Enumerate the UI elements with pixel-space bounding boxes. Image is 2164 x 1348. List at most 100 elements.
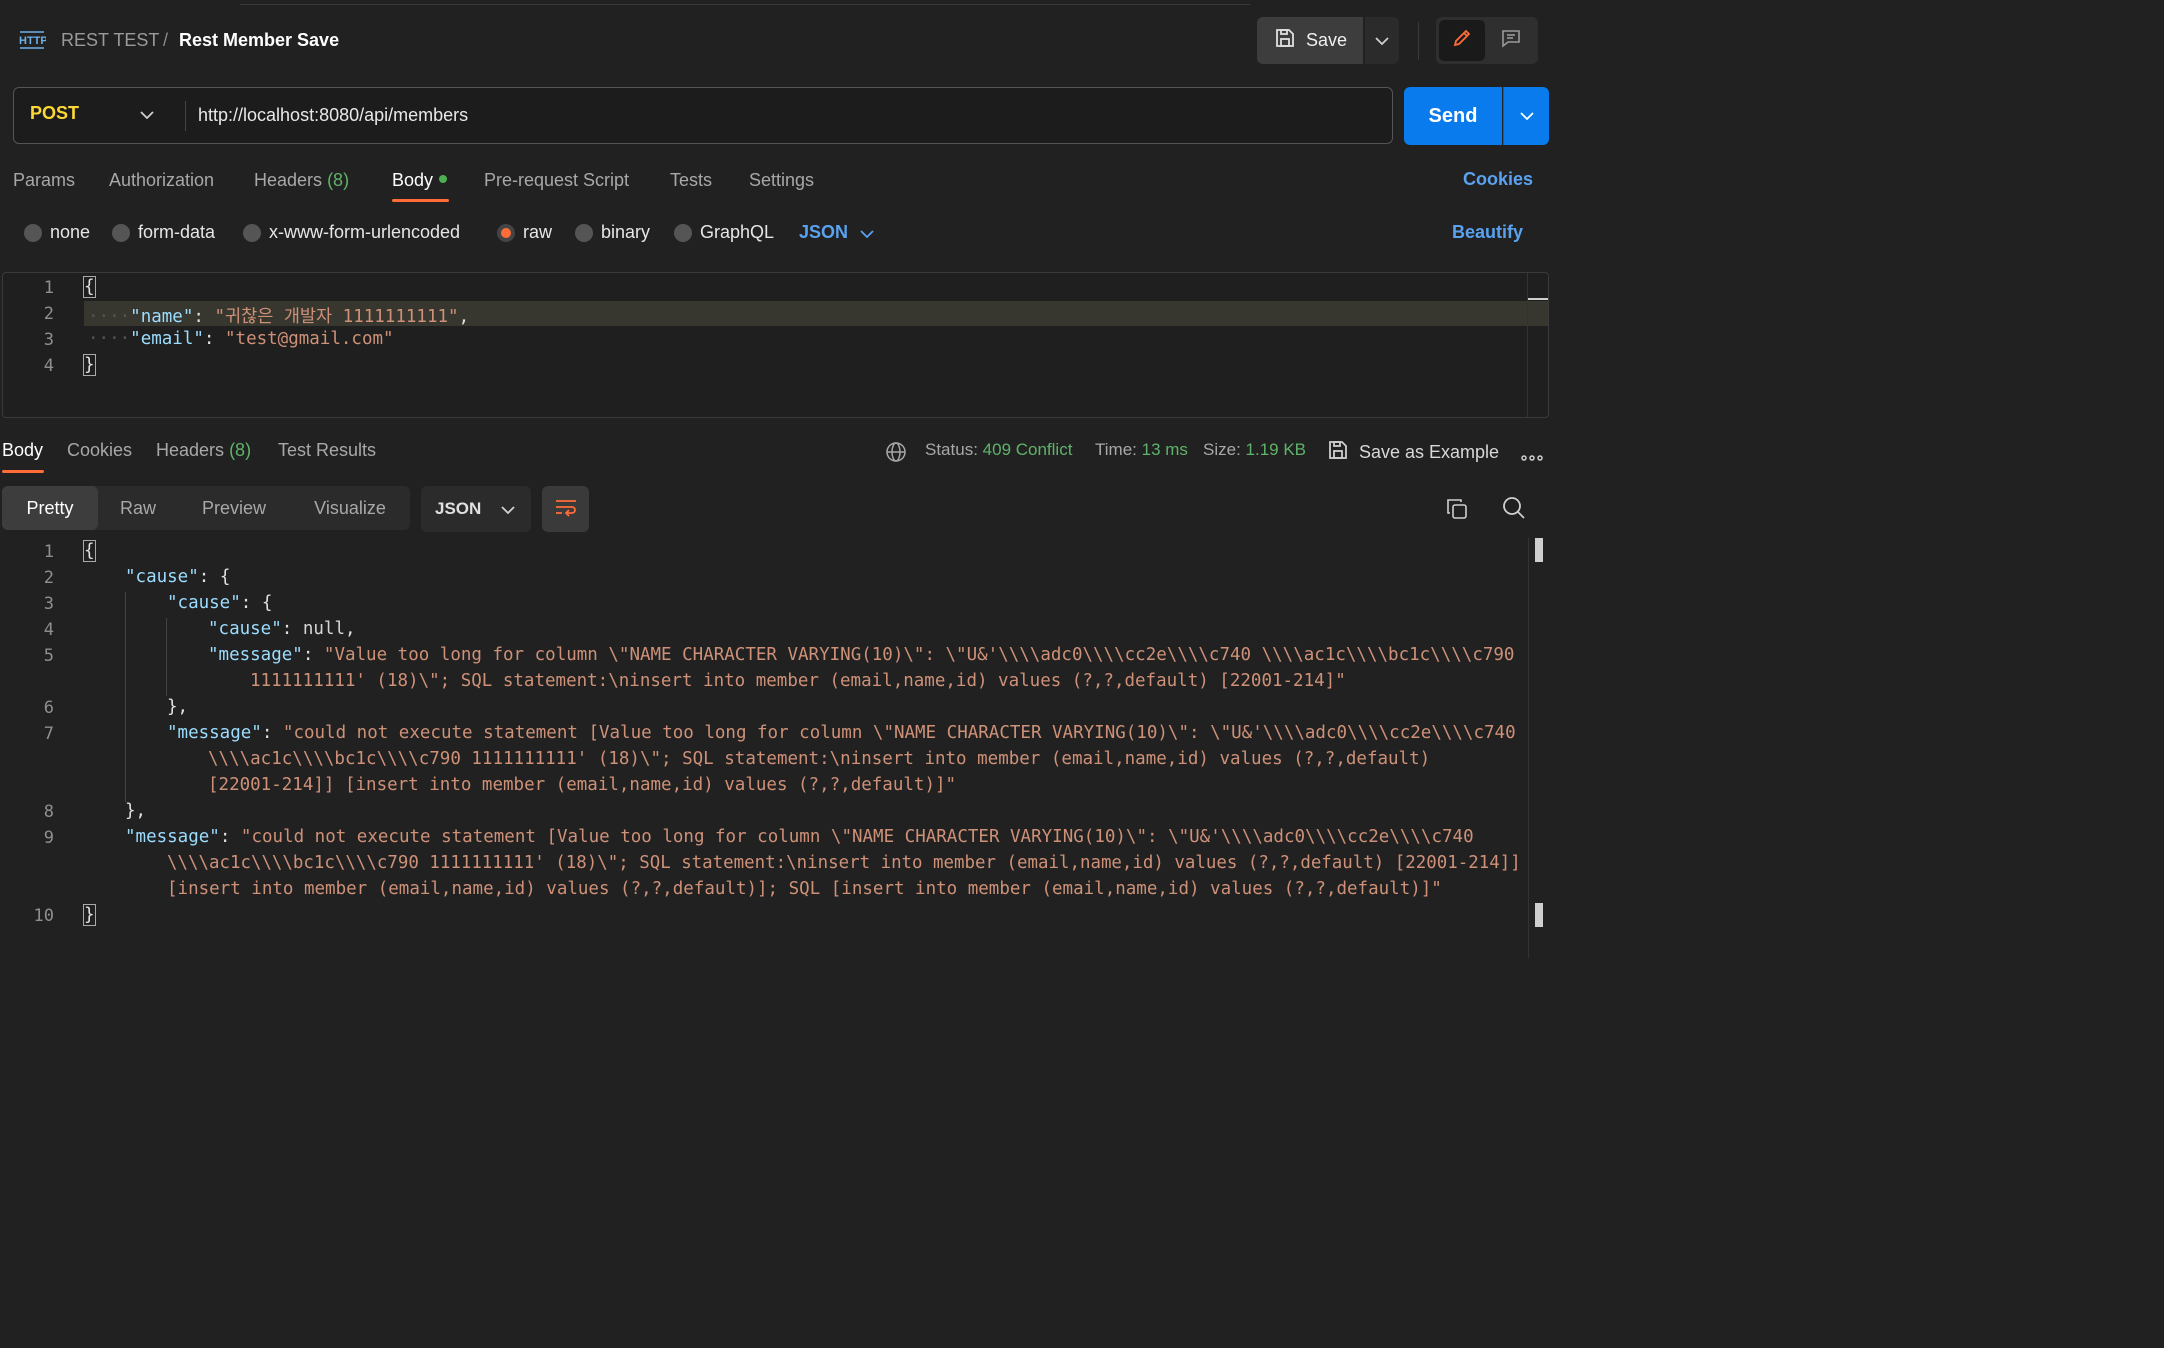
- send-options-button[interactable]: [1503, 87, 1549, 145]
- json-null: null: [302, 619, 345, 639]
- line-number: 7: [43, 724, 54, 744]
- json-key: "cause": [167, 593, 241, 613]
- url-input[interactable]: [198, 101, 1378, 129]
- line-number: 2: [43, 304, 54, 324]
- response-scroll-marker: [1535, 538, 1543, 562]
- save-label: Save: [1306, 30, 1348, 50]
- tab-headers-count: (8): [327, 170, 350, 190]
- indent-guide: [125, 592, 126, 802]
- radio-circle: [24, 223, 42, 242]
- size-value: 1.19 KB: [1245, 440, 1307, 459]
- top-divider: [240, 0, 1250, 5]
- save-button[interactable]: Save: [1257, 17, 1363, 64]
- status-label: Status:: [925, 440, 978, 459]
- status-value: 409 Conflict: [982, 440, 1073, 459]
- json-punct: :: [219, 827, 241, 847]
- response-tab-test-results[interactable]: Test Results: [278, 440, 376, 461]
- code-line-wrap: \\\\ac1c\\\\bc1c\\\\c790 1111111111' (18…: [208, 749, 1431, 769]
- line-number: 6: [43, 698, 54, 718]
- line-number: 2: [43, 568, 54, 588]
- breadcrumb-collection[interactable]: REST TEST: [61, 28, 159, 52]
- body-language-label: JSON: [799, 222, 849, 242]
- code-line-wrap: [insert into member (email,name,id) valu…: [167, 879, 1442, 899]
- comments-button[interactable]: [1488, 20, 1534, 61]
- line-number: 10: [33, 906, 54, 926]
- tab-tests[interactable]: Tests: [670, 169, 712, 191]
- radio-urlencoded[interactable]: x-www-form-urlencoded: [243, 222, 460, 243]
- json-key: "cause": [208, 619, 282, 639]
- tab-headers[interactable]: Headers (8): [254, 169, 349, 191]
- editor-scroll-marker: [1528, 298, 1548, 300]
- send-button[interactable]: Send: [1404, 87, 1502, 145]
- view-raw-button[interactable]: Raw: [100, 486, 176, 530]
- tab-headers-label: Headers: [254, 170, 323, 190]
- tab-prerequest-script[interactable]: Pre-request Script: [484, 169, 629, 191]
- json-punct: :: [302, 645, 324, 665]
- json-string: "could not execute statement [Value too …: [282, 723, 1516, 743]
- beautify-button[interactable]: Beautify: [1452, 222, 1523, 243]
- tab-body[interactable]: Body: [392, 169, 448, 191]
- json-string: "귀찮은 개발자 1111111111": [214, 307, 459, 327]
- view-pretty-button[interactable]: Pretty: [2, 486, 98, 530]
- code-brace-close: }: [83, 354, 96, 376]
- breadcrumb-separator: /: [163, 30, 169, 50]
- response-tab-body[interactable]: Body: [2, 440, 43, 461]
- response-scroll-track: [1528, 538, 1529, 958]
- response-tab-headers[interactable]: Headers (8): [156, 440, 251, 461]
- code-line-wrap: [22001-214]] [insert into member (email,…: [208, 775, 957, 795]
- save-options-button[interactable]: [1365, 17, 1399, 64]
- tab-body-label: Body: [392, 170, 434, 190]
- body-language-select[interactable]: JSON: [799, 222, 874, 243]
- radio-graphql-label: GraphQL: [700, 222, 775, 242]
- copy-icon[interactable]: [1445, 497, 1469, 526]
- radio-binary[interactable]: binary: [575, 222, 650, 243]
- json-string: "Value too long for column \"NAME CHARAC…: [323, 645, 1515, 665]
- chevron-down-icon: [501, 499, 515, 519]
- radio-circle: [674, 223, 692, 242]
- response-format-select[interactable]: JSON: [421, 486, 531, 532]
- response-tab-headers-count: (8): [229, 440, 252, 460]
- more-icon[interactable]: [1521, 448, 1543, 466]
- wrap-lines-button[interactable]: [542, 486, 589, 532]
- tab-settings[interactable]: Settings: [749, 169, 814, 191]
- json-string: "could not execute statement [Value too …: [240, 827, 1474, 847]
- response-tab-cookies[interactable]: Cookies: [67, 440, 132, 461]
- radio-none-label: none: [50, 222, 91, 242]
- wrap-lines-icon: [554, 497, 578, 522]
- line-number: 3: [43, 330, 54, 350]
- code-line: "message": "could not execute statement …: [125, 827, 1474, 847]
- method-select[interactable]: POST: [30, 103, 79, 124]
- time-value: 13 ms: [1141, 440, 1188, 459]
- svg-text:HTTP: HTTP: [19, 35, 46, 47]
- radio-circle: [243, 223, 261, 242]
- edit-mode-button[interactable]: [1439, 20, 1485, 61]
- code-brace-open: {: [83, 276, 96, 298]
- radio-circle: [112, 223, 130, 242]
- active-tab-indicator: [392, 199, 449, 202]
- save-icon: [1274, 27, 1296, 54]
- globe-icon[interactable]: [885, 441, 907, 468]
- search-icon[interactable]: [1502, 496, 1526, 525]
- view-visualize-button[interactable]: Visualize: [292, 486, 408, 530]
- line-number: 3: [43, 594, 54, 614]
- view-preview-button[interactable]: Preview: [180, 486, 288, 530]
- time-label: Time:: [1095, 440, 1137, 459]
- line-number: 8: [43, 802, 54, 822]
- radio-graphql[interactable]: GraphQL: [674, 222, 774, 243]
- radio-form-data[interactable]: form-data: [112, 222, 215, 243]
- response-size[interactable]: Size: 1.19 KB: [1203, 440, 1306, 460]
- radio-raw-label: raw: [523, 222, 553, 242]
- code-brace-close: }: [83, 904, 96, 926]
- save-as-example-button[interactable]: Save as Example: [1327, 439, 1499, 466]
- radio-none[interactable]: none: [24, 222, 90, 243]
- tab-authorization[interactable]: Authorization: [109, 169, 214, 191]
- response-status[interactable]: Status: 409 Conflict: [925, 440, 1072, 460]
- response-time[interactable]: Time: 13 ms: [1095, 440, 1188, 460]
- cookies-link[interactable]: Cookies: [1463, 169, 1533, 190]
- request-title[interactable]: Rest Member Save: [179, 28, 339, 52]
- code-line: "cause": null,: [208, 619, 356, 639]
- radio-circle: [575, 223, 593, 242]
- radio-raw[interactable]: raw: [497, 222, 552, 243]
- chevron-down-icon[interactable]: [140, 106, 154, 124]
- tab-params[interactable]: Params: [13, 169, 75, 191]
